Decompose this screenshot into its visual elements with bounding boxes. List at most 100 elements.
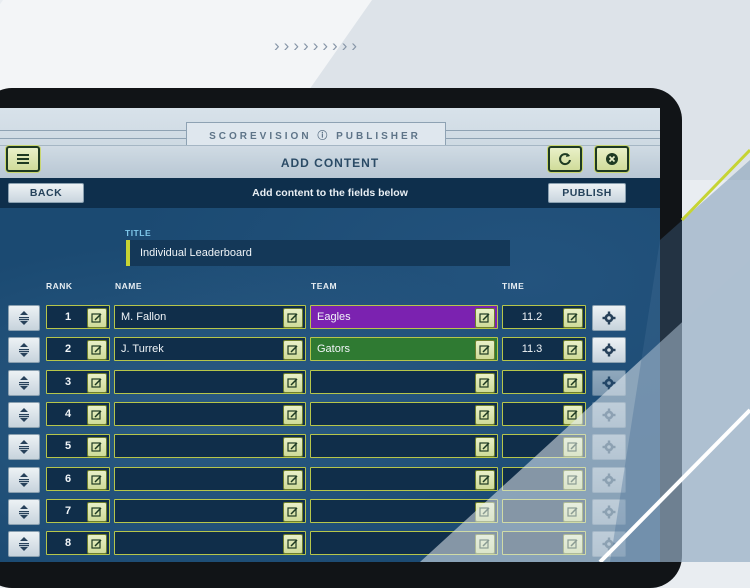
reorder-handle[interactable] — [8, 337, 40, 364]
time-edit-button[interactable] — [563, 308, 583, 328]
name-field[interactable]: J. Turrek — [114, 337, 306, 362]
edit-icon — [479, 345, 490, 355]
drag-icon — [19, 311, 29, 325]
rank-edit-button[interactable] — [87, 469, 107, 490]
name-field[interactable] — [114, 531, 306, 556]
edit-icon — [567, 507, 578, 517]
time-edit-button[interactable] — [563, 501, 583, 522]
name-edit-button[interactable] — [283, 469, 303, 490]
team-edit-button[interactable] — [475, 308, 495, 328]
table-row: 3 — [0, 369, 660, 396]
table-row: 5 — [0, 434, 660, 461]
rank-field[interactable]: 8 — [46, 531, 110, 556]
team-edit-button[interactable] — [475, 404, 495, 425]
team-field[interactable] — [310, 434, 498, 459]
time-field[interactable] — [502, 531, 586, 556]
rank-field[interactable]: 6 — [46, 466, 110, 491]
gear-icon — [602, 505, 616, 519]
time-edit-button[interactable] — [563, 340, 583, 361]
time-edit-button[interactable] — [563, 534, 583, 555]
time-field[interactable]: 11.2 — [502, 305, 586, 329]
reorder-handle[interactable] — [8, 305, 40, 331]
close-button[interactable] — [595, 146, 629, 172]
team-field[interactable] — [310, 498, 498, 523]
reorder-handle[interactable] — [8, 369, 40, 396]
team-field[interactable] — [310, 531, 498, 556]
rank-edit-button[interactable] — [87, 404, 107, 425]
time-field[interactable]: 11.3 — [502, 337, 586, 362]
name-edit-button[interactable] — [283, 501, 303, 522]
team-field[interactable] — [310, 401, 498, 426]
edit-icon — [287, 507, 298, 517]
publish-button[interactable]: PUBLISH — [548, 183, 626, 203]
row-settings-button[interactable] — [592, 466, 626, 493]
gear-icon — [602, 537, 616, 551]
rank-value: 6 — [64, 472, 72, 485]
team-edit-button[interactable] — [475, 372, 495, 393]
rank-edit-button[interactable] — [87, 501, 107, 522]
rank-field[interactable]: 2 — [46, 337, 110, 362]
name-field[interactable] — [114, 434, 306, 459]
row-settings-button[interactable] — [592, 369, 626, 396]
menu-button[interactable] — [6, 146, 40, 172]
time-field[interactable] — [502, 401, 586, 426]
team-edit-button[interactable] — [475, 437, 495, 458]
name-edit-button[interactable] — [283, 340, 303, 361]
row-settings-button[interactable] — [592, 498, 626, 525]
edit-icon — [567, 539, 578, 549]
team-edit-button[interactable] — [475, 340, 495, 361]
app-screen: SCOREVISION ⓘ PUBLISHER ADD CONTENT BACK… — [0, 108, 660, 562]
time-field[interactable] — [502, 498, 586, 523]
time-field[interactable] — [502, 369, 586, 394]
name-field[interactable] — [114, 466, 306, 491]
name-field[interactable] — [114, 401, 306, 426]
rank-edit-button[interactable] — [87, 534, 107, 555]
row-settings-button[interactable] — [592, 531, 626, 558]
rank-edit-button[interactable] — [87, 372, 107, 393]
rank-edit-button[interactable] — [87, 437, 107, 458]
rank-edit-button[interactable] — [87, 308, 107, 328]
name-field[interactable] — [114, 369, 306, 394]
edit-icon — [91, 442, 102, 452]
time-edit-button[interactable] — [563, 437, 583, 458]
rank-edit-button[interactable] — [87, 340, 107, 361]
team-edit-button[interactable] — [475, 534, 495, 555]
name-edit-button[interactable] — [283, 437, 303, 458]
refresh-button[interactable] — [548, 146, 582, 172]
row-settings-button[interactable] — [592, 337, 626, 364]
row-settings-button[interactable] — [592, 401, 626, 428]
name-edit-button[interactable] — [283, 372, 303, 393]
time-edit-button[interactable] — [563, 372, 583, 393]
row-settings-button[interactable] — [592, 434, 626, 461]
time-edit-button[interactable] — [563, 469, 583, 490]
time-edit-button[interactable] — [563, 404, 583, 425]
brand-logo-text: SCOREVISION ⓘ PUBLISHER — [209, 131, 421, 142]
name-edit-button[interactable] — [283, 404, 303, 425]
rank-field[interactable]: 4 — [46, 401, 110, 426]
rank-field[interactable]: 3 — [46, 369, 110, 394]
reorder-handle[interactable] — [8, 531, 40, 558]
team-field[interactable] — [310, 466, 498, 491]
rank-field[interactable]: 7 — [46, 498, 110, 523]
table-row: 7 — [0, 498, 660, 525]
rank-field[interactable]: 1 — [46, 305, 110, 329]
time-field[interactable] — [502, 434, 586, 459]
team-field[interactable]: Gators — [310, 337, 498, 362]
name-field[interactable]: M. Fallon — [114, 305, 306, 329]
rank-field[interactable]: 5 — [46, 434, 110, 459]
team-edit-button[interactable] — [475, 501, 495, 522]
name-edit-button[interactable] — [283, 308, 303, 328]
name-field[interactable] — [114, 498, 306, 523]
time-field[interactable] — [502, 466, 586, 491]
name-edit-button[interactable] — [283, 534, 303, 555]
reorder-handle[interactable] — [8, 401, 40, 428]
edit-icon — [479, 442, 490, 452]
reorder-handle[interactable] — [8, 466, 40, 493]
reorder-handle[interactable] — [8, 434, 40, 461]
reorder-handle[interactable] — [8, 498, 40, 525]
row-settings-button[interactable] — [592, 305, 626, 331]
team-field[interactable]: Eagles — [310, 305, 498, 329]
title-field[interactable]: Individual Leaderboard — [126, 240, 510, 266]
team-edit-button[interactable] — [475, 469, 495, 490]
team-field[interactable] — [310, 369, 498, 394]
